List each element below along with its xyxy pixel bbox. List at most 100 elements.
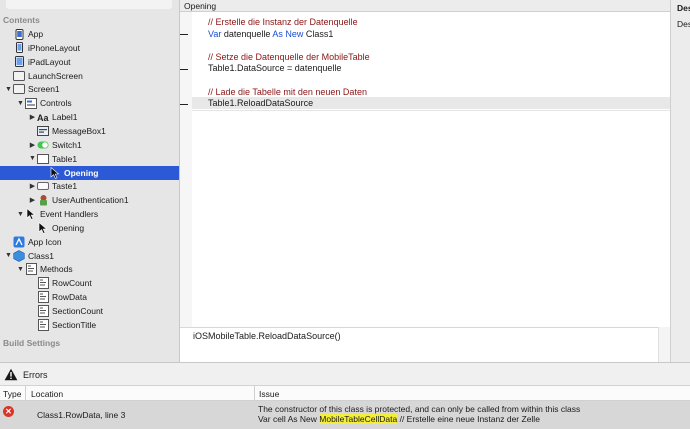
code-token-keyword: Var xyxy=(208,28,222,39)
messagebox-icon xyxy=(37,125,49,136)
navigator-sidebar: Contents App iPhoneLayout iPadLayout Launch… xyxy=(0,0,180,362)
build-settings-section-header[interactable]: Build Settings xyxy=(3,338,60,348)
block-marker xyxy=(180,104,188,105)
class-icon xyxy=(13,249,25,262)
sidebar-search-field[interactable] xyxy=(6,0,172,9)
methods-icon xyxy=(25,263,37,276)
error-issue-line1: The constructor of this class is protect… xyxy=(258,404,581,414)
sidebar-item-methods[interactable]: ▼ Methods xyxy=(0,262,179,276)
sidebar-item-event-handlers[interactable]: ▼ Event Handlers xyxy=(0,207,179,221)
switch-icon xyxy=(37,139,49,150)
column-header-location[interactable]: Location xyxy=(31,389,63,399)
sidebar-item-label: Label1 xyxy=(52,112,78,123)
sidebar-item-label: Methods xyxy=(40,264,73,275)
disclosure-open-icon[interactable]: ▼ xyxy=(16,266,25,273)
autocomplete-tip-bar: iOSMobileTable.ReloadDataSource() xyxy=(180,327,670,362)
sidebar-item-rowcount[interactable]: RowCount xyxy=(0,276,179,290)
tipbar-scrollbar[interactable] xyxy=(658,327,670,362)
sidebar-item-app-icon[interactable]: App Icon xyxy=(0,235,179,249)
method-icon xyxy=(37,291,49,304)
code-editor[interactable]: // Erstelle die Instanz der Datenquelle V… xyxy=(192,12,670,327)
sidebar-item-ipadlayout[interactable]: iPadLayout xyxy=(0,55,179,69)
sidebar-item-label: Table1 xyxy=(52,153,78,164)
code-token-keyword: As New xyxy=(272,28,304,39)
editor-title-bar: Opening xyxy=(180,0,670,12)
sidebar-item-app[interactable]: App xyxy=(0,27,179,41)
event-cursor-icon xyxy=(49,166,61,179)
code-token-plain: Table1.ReloadDataSource xyxy=(208,98,314,109)
disclosure-open-icon[interactable]: ▼ xyxy=(16,100,25,107)
sidebar-item-switch1[interactable]: ▶ Switch1 xyxy=(0,138,179,152)
sidebar-item-userauthentication1[interactable]: ▶ UserAuthentication1 xyxy=(0,193,179,207)
error-issue-code-pre: Var cell As New xyxy=(258,414,320,424)
code-token-comment: // Erstelle die Instanz der Datenquelle xyxy=(208,17,358,27)
sidebar-item-label: iPadLayout xyxy=(28,56,71,67)
sidebar-item-class1[interactable]: ▼ Class1 xyxy=(0,249,179,263)
disclosure-open-icon[interactable]: ▼ xyxy=(28,155,37,162)
column-header-type[interactable]: Type xyxy=(3,389,21,399)
sidebar-item-label: MessageBox1 xyxy=(52,125,106,136)
sidebar-item-iphonelayout[interactable]: iPhoneLayout xyxy=(0,41,179,55)
errors-title: Errors xyxy=(23,370,48,380)
code-line[interactable] xyxy=(192,39,670,51)
sidebar-item-controls[interactable]: ▼ Controls xyxy=(0,96,179,110)
sidebar-item-screen1[interactable]: ▼ Screen1 xyxy=(0,82,179,96)
sidebar-item-taste1[interactable]: ▶ Taste1 xyxy=(0,179,179,193)
code-line[interactable]: Table1.ReloadDataSource xyxy=(192,97,670,110)
sidebar-item-label: Switch1 xyxy=(52,139,82,150)
sidebar-item-label: SectionCount xyxy=(52,306,104,316)
sidebar-item-label: App Icon xyxy=(28,236,62,247)
error-row[interactable]: ✕ Class1.RowData, line 3 The constructor… xyxy=(0,401,690,429)
sidebar-item-opening[interactable]: Opening xyxy=(0,221,179,235)
sidebar-item-label: App xyxy=(28,29,44,39)
sidebar-item-label: Controls xyxy=(40,98,72,109)
error-icon: ✕ xyxy=(3,406,14,417)
code-line[interactable]: Var datenquelle As New Class1 xyxy=(192,28,670,40)
disclosure-closed-icon[interactable]: ▶ xyxy=(28,182,37,190)
sidebar-item-table1[interactable]: ▼ Table1 xyxy=(0,152,179,166)
inspector-header: Des xyxy=(677,3,690,13)
inspector-description-label: Des xyxy=(677,19,690,29)
code-line[interactable]: // Erstelle die Instanz der Datenquelle xyxy=(192,16,670,28)
sidebar-item-label: Opening xyxy=(64,167,99,178)
sidebar-item-label: iPhoneLayout xyxy=(28,42,80,53)
code-token-comment: // Setze die Datenquelle der MobileTable xyxy=(208,51,370,62)
code-token-plain: Class1 xyxy=(303,28,334,39)
controls-icon xyxy=(25,97,37,109)
method-icon xyxy=(37,318,49,331)
code-line[interactable] xyxy=(192,74,670,86)
sidebar-item-rowdata[interactable]: RowData xyxy=(0,290,179,304)
sidebar-item-messagebox1[interactable]: MessageBox1 xyxy=(0,124,179,138)
column-separator xyxy=(254,386,255,401)
screen-icon xyxy=(13,84,25,95)
sidebar-item-sectioncount[interactable]: SectionCount xyxy=(0,304,179,318)
sidebar-item-label1[interactable]: ▶ Aa Label1 xyxy=(0,110,179,124)
code-line[interactable]: Table1.DataSource = datenquelle xyxy=(192,62,670,74)
code-line[interactable]: // Lade die Tabelle mit den neuen Daten xyxy=(192,86,670,98)
disclosure-closed-icon[interactable]: ▶ xyxy=(28,196,37,204)
code-token-plain: datenquelle xyxy=(221,28,273,39)
errors-column-headers: Type Location Issue xyxy=(0,386,690,401)
disclosure-open-icon[interactable]: ▼ xyxy=(4,86,13,93)
code-line[interactable]: // Setze die Datenquelle der MobileTable xyxy=(192,51,670,63)
column-header-issue[interactable]: Issue xyxy=(259,389,279,399)
event-cursor-icon xyxy=(37,221,49,234)
disclosure-closed-icon[interactable]: ▶ xyxy=(28,141,37,149)
disclosure-open-icon[interactable]: ▼ xyxy=(4,252,13,259)
sidebar-item-label: RowData xyxy=(52,292,87,303)
disclosure-closed-icon[interactable]: ▶ xyxy=(28,113,37,121)
screen-icon xyxy=(13,70,25,81)
error-issue-line2: Var cell As New MobileTableCellData // E… xyxy=(258,414,540,424)
disclosure-open-icon[interactable]: ▼ xyxy=(16,211,25,218)
method-icon xyxy=(37,277,49,290)
sidebar-item-opening[interactable]: Opening xyxy=(0,165,179,180)
auth-icon xyxy=(37,195,49,206)
sidebar-item-label: SectionTitle xyxy=(52,319,97,330)
sidebar-item-label: Event Handlers xyxy=(40,209,99,220)
sidebar-item-label: Screen1 xyxy=(28,84,60,95)
sidebar-item-label: LaunchScreen xyxy=(28,70,83,81)
sidebar-item-sectiontitle[interactable]: SectionTitle xyxy=(0,318,179,332)
sidebar-item-launchscreen[interactable]: LaunchScreen xyxy=(0,69,179,83)
button-icon xyxy=(37,181,49,192)
sidebar-search-area xyxy=(0,0,179,12)
